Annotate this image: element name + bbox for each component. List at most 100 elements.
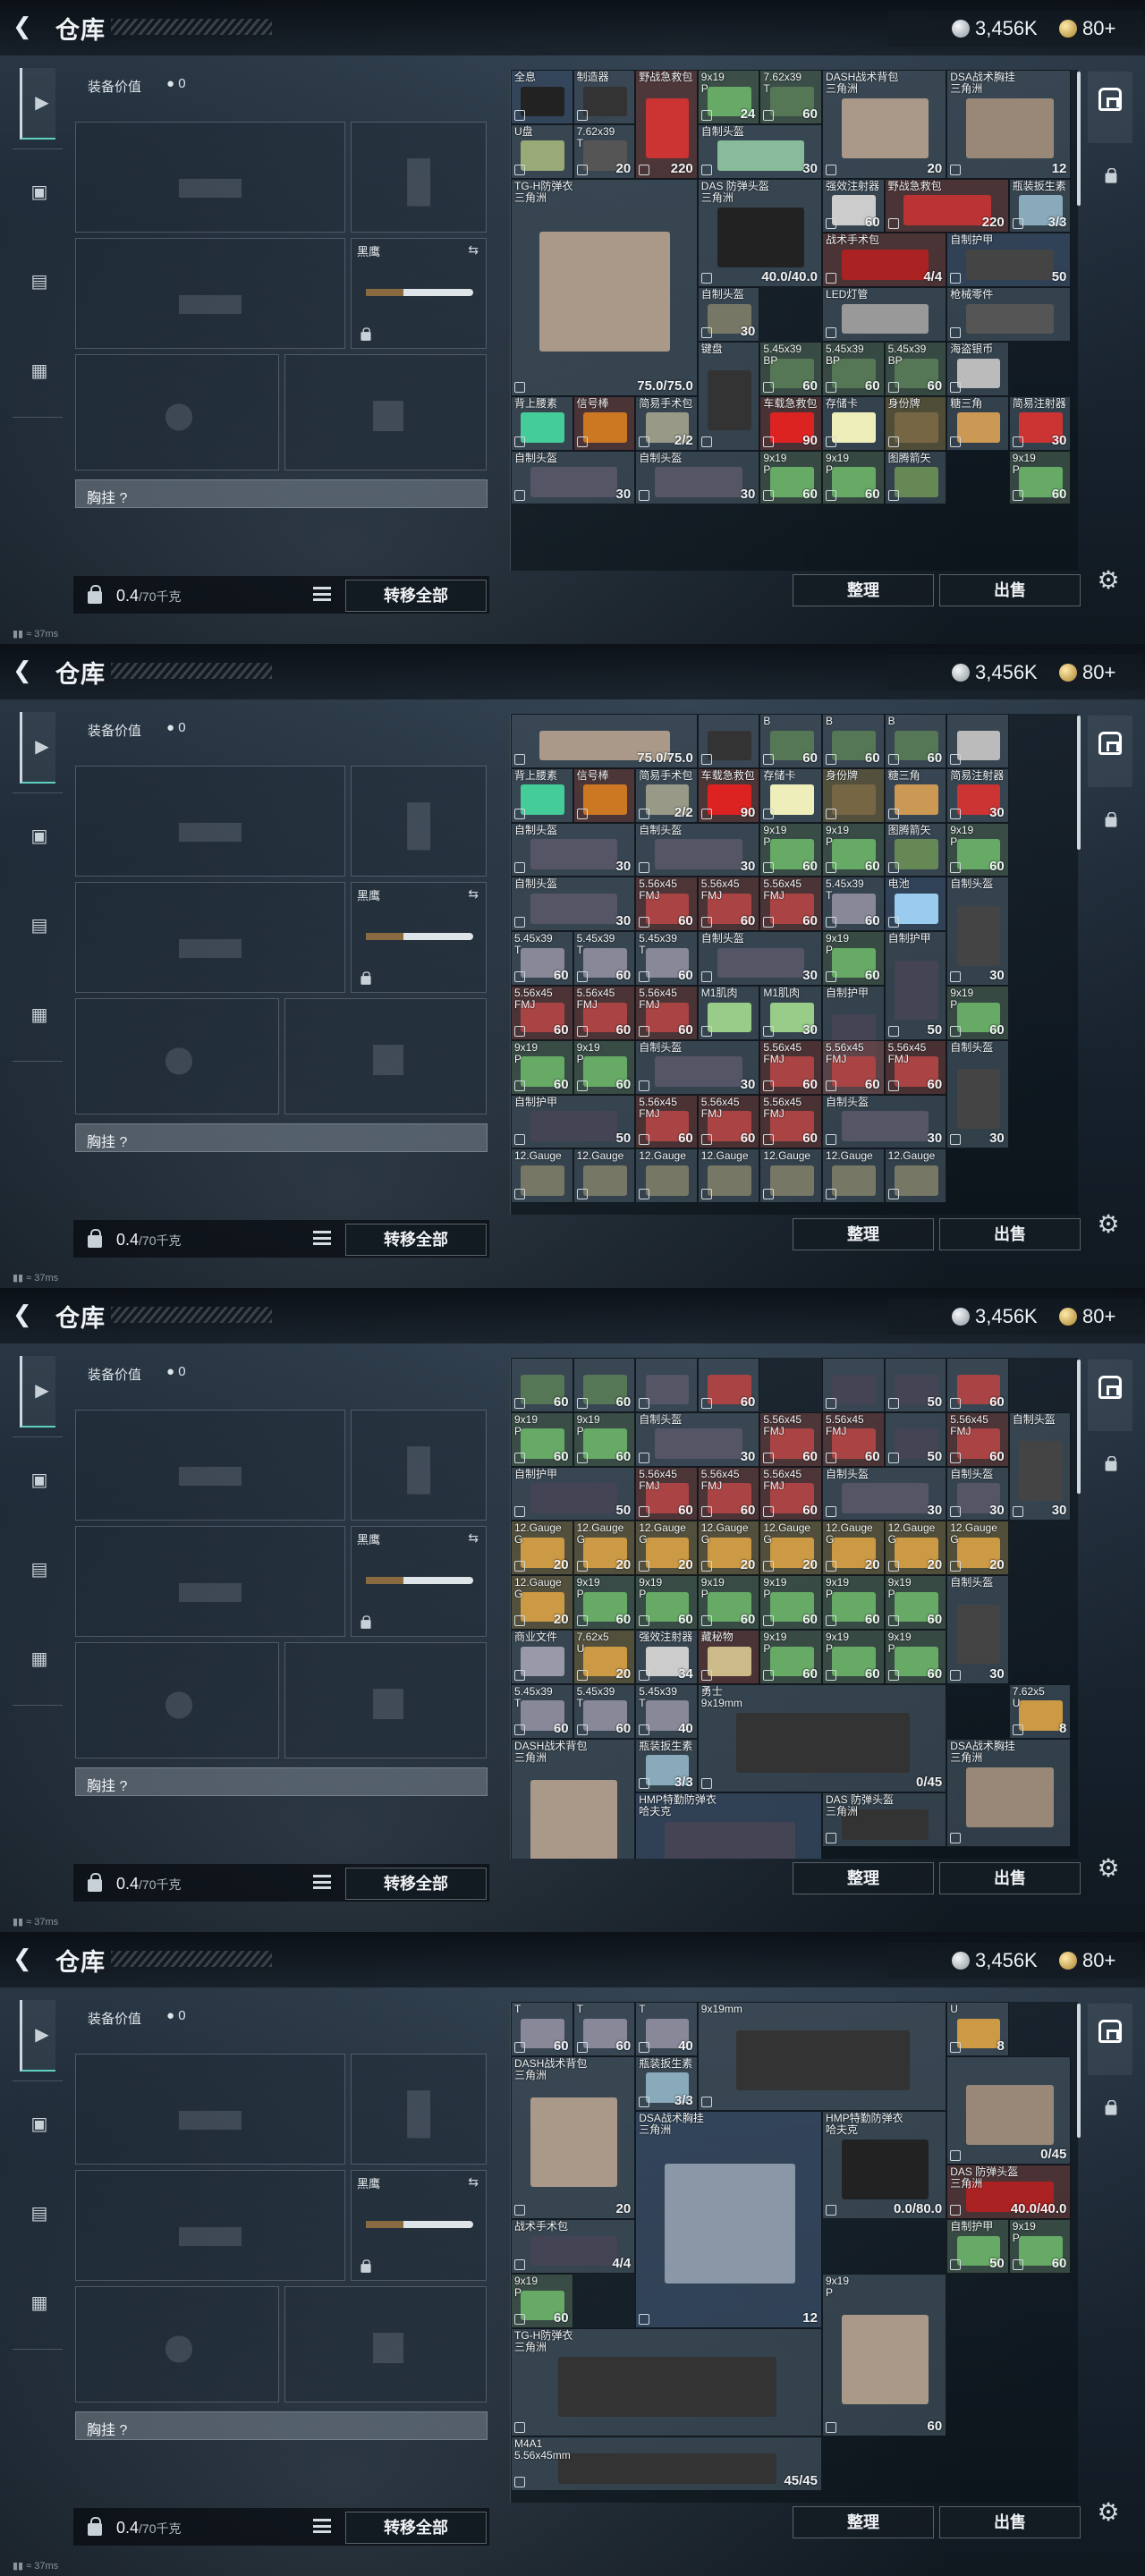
inventory-item[interactable]: 野战急救包 220 [635,70,698,179]
inventory-item[interactable]: 电池 [884,877,947,932]
inventory-item[interactable]: 身份牌 [822,767,885,823]
inventory-item[interactable]: 简易注射器 30 [1008,395,1072,451]
swap-icon[interactable]: ⇆ [468,2174,479,2190]
inventory-item[interactable]: 5.56x45 FMJ 60 [572,986,636,1040]
inventory-item[interactable]: 自制头盔 30 [946,877,1009,986]
gear-icon[interactable]: ⚙ [1095,567,1122,594]
inventory-item[interactable]: U 8 [946,2002,1009,2056]
warehouse-grid[interactable]: 全息 制造器 野战急救包 220 9x19 P 24 7.62x39 T 60 … [510,70,1078,571]
inventory-item[interactable]: 9x19 P 60 [946,986,1009,1040]
inventory-item[interactable]: 信号棒 [572,395,636,451]
sidearm-slot[interactable]: ▮ [351,1410,487,1521]
inventory-item[interactable]: 9x19 P 60 [572,1411,636,1467]
inventory-item[interactable]: 5.45x39 BP 60 [759,342,822,396]
inventory-item[interactable]: 战术手术包 4/4 [822,233,947,288]
silver-currency[interactable]: 3,456K [952,1948,1038,1973]
body-armor-slot[interactable]: ■ [284,2286,487,2402]
inventory-item[interactable]: 60 [511,1358,573,1412]
inventory-item[interactable]: 9x19 P 60 [572,1039,636,1095]
inventory-item[interactable]: 9x19 P 60 [822,822,885,877]
inventory-item[interactable]: U盘 [511,123,573,179]
secondary-weapon-slot[interactable]: ▬ [75,2170,345,2281]
tab-backpack[interactable]: ▦ [20,980,55,1052]
organize-button[interactable]: 整理 [793,1218,934,1250]
body-armor-slot[interactable]: ■ [284,354,487,470]
inventory-item[interactable]: 自制头盔 30 [946,1575,1009,1684]
inventory-item[interactable]: 75.0/75.0 [511,714,698,768]
inventory-item[interactable]: 12.Gauge [511,1148,573,1204]
inventory-item[interactable]: 野战急救包 220 [884,178,1009,233]
tab-weapons[interactable]: ▶ [20,1356,55,1428]
inventory-item[interactable]: 强效注射器 34 [635,1630,698,1684]
inventory-item[interactable]: 自制头盔 30 [511,822,636,877]
inventory-item[interactable]: T 60 [511,2002,573,2056]
inventory-item[interactable]: 自制头盔 30 [635,1411,760,1467]
inventory-item[interactable]: 5.45x39 T 60 [635,931,698,986]
backpack-tab[interactable] [1088,716,1132,787]
melee-slot[interactable]: 黑鹰 ⇆ [351,2170,487,2281]
tab-weapons[interactable]: ▶ [20,2000,55,2072]
melee-slot[interactable]: 黑鹰 ⇆ [351,238,487,349]
inventory-item[interactable]: DASH战术背包 三角洲 [511,1738,636,1859]
inventory-item[interactable]: M1肌肉 30 [759,986,822,1040]
inventory-item[interactable]: 制造器 [572,70,636,124]
inventory-item[interactable]: TG-H防弹衣 三角洲 75.0/75.0 [511,178,698,396]
chest-rig-slot[interactable]: 胸挂 ? [75,1767,488,1796]
inventory-item[interactable]: B 60 [884,714,947,768]
inventory-item[interactable]: 勇士 9x19mm 0/45 [697,1683,947,1793]
inventory-item[interactable]: 5.45x39 T 60 [572,1683,636,1739]
inventory-item[interactable]: 9x19 P 60 [572,1575,636,1630]
inventory-item[interactable]: 60 [697,1358,760,1412]
inventory-item[interactable]: LED灯管 [822,287,947,342]
inventory-item[interactable]: 自制头盔 30 [511,877,636,932]
inventory-item[interactable]: 9x19 P 60 [946,822,1009,877]
primary-weapon-slot[interactable]: ▬ [75,1410,345,1521]
inventory-item[interactable]: 5.45x39 BP 60 [884,342,947,396]
back-arrow-icon[interactable]: ❮ [13,1945,39,1971]
secondary-weapon-slot[interactable]: ▬ [75,882,345,993]
inventory-item[interactable]: 糖三角 [946,395,1009,451]
inventory-item[interactable]: 糖三角 [884,767,947,823]
inventory-item[interactable]: 12.Gauge G 20 [572,1521,636,1576]
sidearm-slot[interactable]: ▮ [351,766,487,877]
backpack-tab[interactable] [1088,2004,1132,2075]
inventory-item[interactable]: 5.56x45 FMJ 60 [822,1039,885,1095]
inventory-item[interactable]: 9x19 P 60 [635,1575,698,1630]
inventory-item[interactable]: 5.56x45 FMJ 60 [759,877,822,932]
inventory-item[interactable]: DASH战术背包 三角洲 20 [822,70,947,179]
inventory-item[interactable]: 自制头盔 30 [946,1039,1009,1149]
gear-icon[interactable]: ⚙ [1095,1211,1122,1238]
inventory-item[interactable]: 背上腰素 [511,395,573,451]
grid-scrollbar[interactable] [1077,72,1081,206]
inventory-item[interactable]: 自制护甲 50 [511,1466,636,1521]
inventory-item[interactable]: 5.45x39 T 60 [822,877,885,932]
inventory-item[interactable]: 12.Gauge [759,1148,822,1204]
inventory-item[interactable]: 简易手术包 2/2 [635,767,698,823]
back-arrow-icon[interactable]: ❮ [13,13,39,39]
gear-icon[interactable]: ⚙ [1095,1855,1122,1882]
inventory-item[interactable]: 9x19 P 60 [511,2274,573,2328]
inventory-item[interactable]: 自制头盔 30 [822,1094,947,1149]
chest-rig-slot[interactable]: 胸挂 ? [75,2411,488,2440]
inventory-item[interactable]: 存储卡 [759,767,822,823]
organize-button[interactable]: 整理 [793,1862,934,1894]
inventory-item[interactable]: 身份牌 [884,395,947,451]
transfer-all-button[interactable]: 转移全部 [345,1224,487,1256]
melee-slot[interactable]: 黑鹰 ⇆ [351,1526,487,1637]
organize-button[interactable]: 整理 [793,2506,934,2538]
sidearm-slot[interactable]: ▮ [351,2054,487,2165]
primary-weapon-slot[interactable]: ▬ [75,122,345,233]
melee-slot[interactable]: 黑鹰 ⇆ [351,882,487,993]
inventory-item[interactable]: 自制头盔 30 [635,822,760,877]
inventory-item[interactable]: 5.56x45 FMJ 60 [759,1094,822,1149]
inventory-item[interactable] [697,714,760,768]
inventory-item[interactable]: 5.45x39 BP 60 [822,342,885,396]
inventory-item[interactable]: 9x19 P 60 [884,1630,947,1684]
inventory-item[interactable]: T 40 [635,2002,698,2056]
tab-backpack[interactable]: ▦ [20,336,55,408]
inventory-item[interactable]: 9x19 P 24 [697,70,760,124]
tab-armor[interactable]: ▣ [20,157,55,229]
list-icon[interactable] [313,1875,331,1889]
inventory-item[interactable]: 5.45x39 T 60 [511,1683,573,1739]
inventory-item[interactable]: M1肌肉 [697,986,760,1040]
